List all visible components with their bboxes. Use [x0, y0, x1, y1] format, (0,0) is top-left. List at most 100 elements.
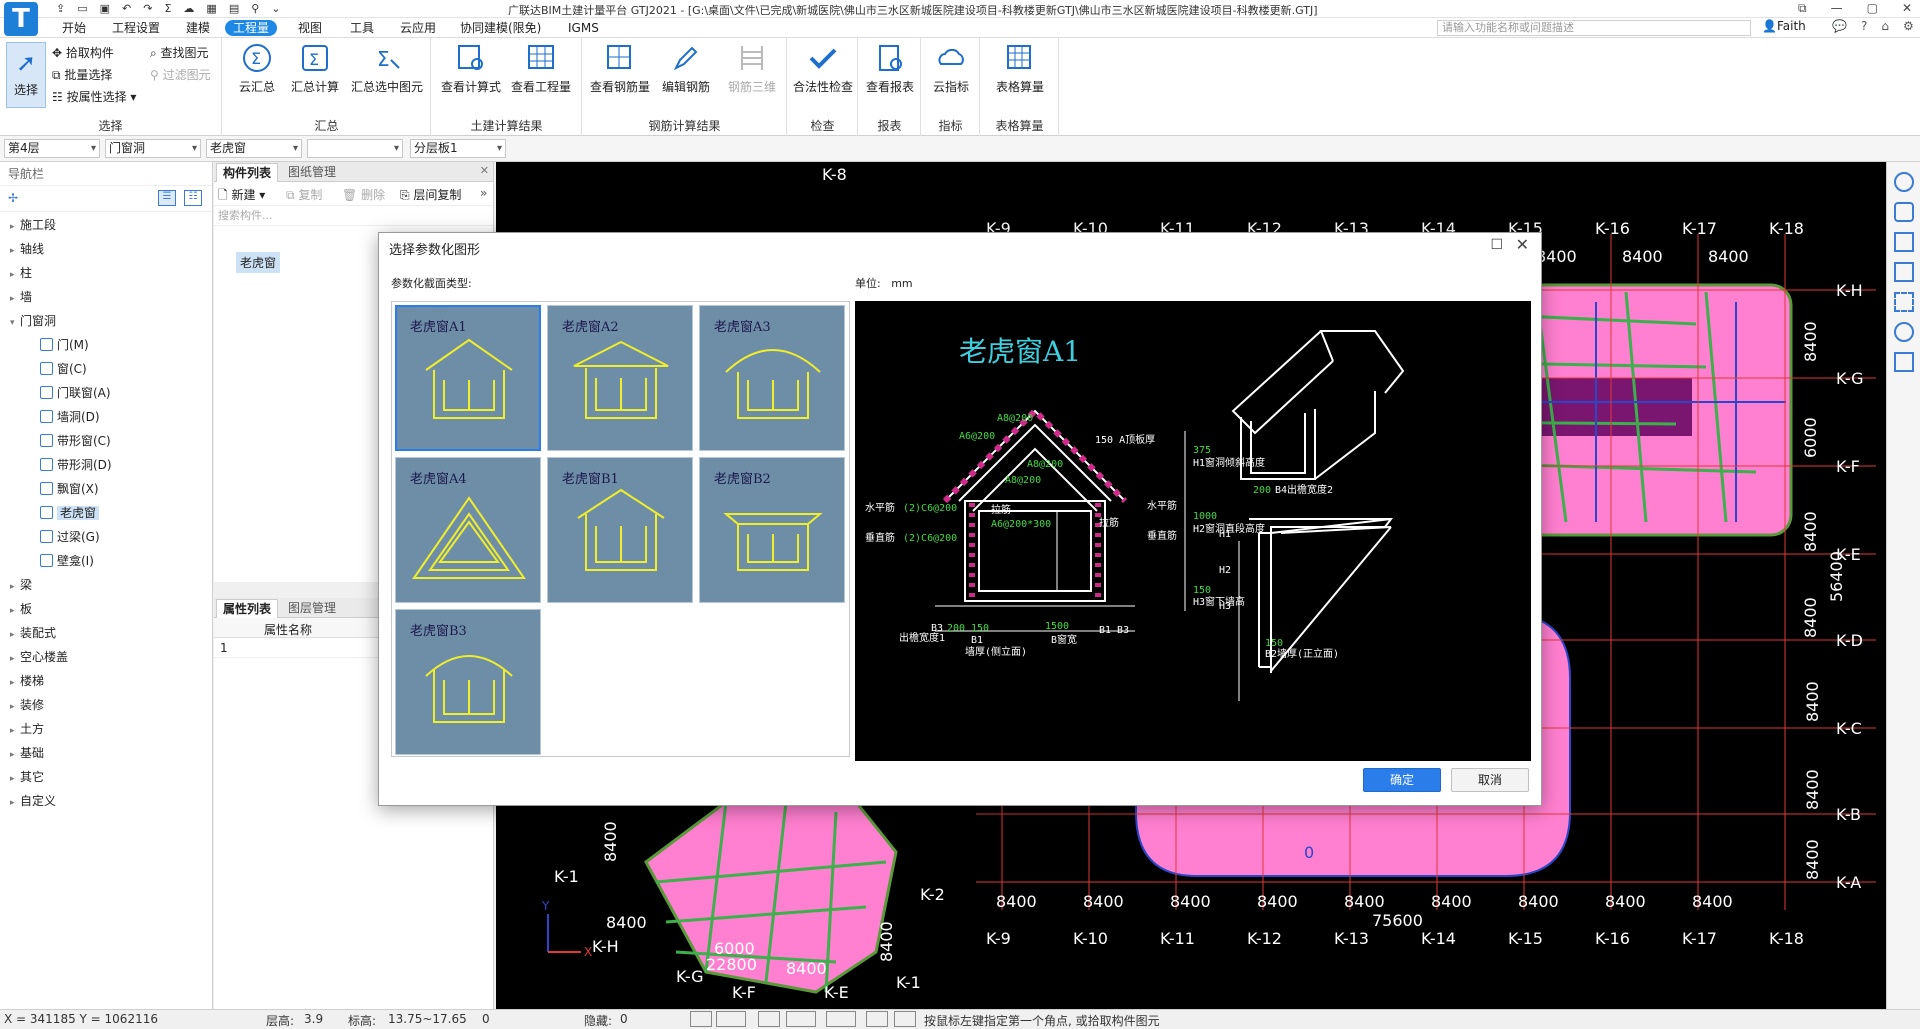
shape-option[interactable]: 老虎窗B3 [395, 609, 541, 755]
dynamic-input-icon[interactable] [894, 1011, 916, 1027]
shape-option[interactable]: 老虎窗A4 [395, 457, 541, 603]
chevron-right-icon[interactable]: ▸ [10, 264, 20, 286]
tab-layer-manage[interactable]: 图层管理 [282, 599, 342, 618]
sidebar-item[interactable]: ▸ 轴线 [10, 238, 44, 260]
filter-icon[interactable]: ⚲ [251, 2, 259, 16]
delete-button[interactable]: 🗑 删除 [342, 186, 385, 203]
chevron-right-icon[interactable]: ▸ [10, 672, 20, 694]
sidebar-item[interactable]: 壁龛(I) [40, 550, 94, 572]
chevron-right-icon[interactable]: ▸ [10, 768, 20, 790]
sidebar-item[interactable]: ▸ 其它 [10, 766, 44, 788]
more-icon[interactable]: » [480, 186, 487, 200]
menu-project-settings[interactable]: 工程设置 [104, 20, 168, 36]
edit-rebar-button[interactable]: 编辑钢筋 [655, 42, 717, 95]
menu-collab[interactable]: 协同建模(限免) [452, 20, 549, 36]
sidebar-item[interactable]: ▸ 柱 [10, 262, 32, 284]
sidebar-item[interactable]: ▸ 板 [10, 598, 32, 620]
chevron-right-icon[interactable]: ▸ [10, 696, 20, 718]
polar-icon[interactable] [786, 1011, 816, 1027]
cloud-icon[interactable]: ☁ [183, 2, 194, 16]
sidebar-item[interactable]: 过梁(G) [40, 526, 100, 548]
redo-icon[interactable]: ↷ [143, 2, 152, 16]
cube-icon[interactable] [1893, 262, 1914, 282]
close-icon[interactable]: ✕ [1516, 235, 1529, 254]
app-logo[interactable]: T [4, 2, 38, 36]
sidebar-item[interactable]: ▸ 自定义 [10, 790, 56, 812]
sidebar-item[interactable]: 飘窗(X) [40, 478, 99, 500]
tab-attribute-list[interactable]: 属性列表 [216, 599, 279, 618]
sidebar-item[interactable]: 墙洞(D) [40, 406, 100, 428]
sidebar-item[interactable]: ▸ 梁 [10, 574, 32, 596]
chevron-right-icon[interactable]: ▸ [10, 600, 20, 622]
snap-icon[interactable] [716, 1011, 746, 1027]
select-by-attr-button[interactable]: ☷ 按属性选择 ▾ [52, 88, 136, 105]
ortho-icon[interactable] [690, 1011, 712, 1027]
shape-option[interactable]: 老虎窗A3 [699, 305, 845, 451]
home-icon[interactable]: ⌂ [1881, 19, 1889, 33]
fit-view-icon[interactable] [1893, 292, 1914, 312]
chevron-right-icon[interactable]: ▸ [10, 648, 20, 670]
menu-start[interactable]: 开始 [54, 20, 94, 36]
sidebar-item[interactable]: ▸ 施工段 [10, 214, 56, 236]
sidebar-item[interactable]: ▸ 装配式 [10, 622, 56, 644]
chat-icon[interactable]: 💬 [1832, 19, 1847, 33]
sidebar-item[interactable]: 门联窗(A) [40, 382, 111, 404]
chevron-right-icon[interactable]: ▸ [10, 288, 20, 310]
subtype-select[interactable]: 老虎窗 [206, 139, 302, 158]
new-button[interactable]: 🗋 新建 ▾ [218, 186, 265, 207]
detail-view-icon[interactable]: ☷ [184, 190, 202, 206]
chevron-down-icon[interactable]: ▾ [10, 312, 20, 334]
component-item[interactable]: 老虎窗 [236, 252, 281, 273]
view-rebar-button[interactable]: 查看钢筋量 [589, 42, 651, 95]
batch-select-button[interactable]: ⧉ 批量选择 [52, 66, 112, 83]
function-search-input[interactable]: 请输入功能名称或问题描述 [1437, 20, 1751, 36]
category-select[interactable]: 门窗洞 [105, 139, 201, 158]
sidebar-item[interactable]: 带形窗(C) [40, 430, 111, 452]
view-report-button[interactable]: 查看报表 [861, 42, 919, 95]
tab-drawing-manage[interactable]: 图纸管理 [282, 163, 342, 182]
sidebar-item[interactable]: ▸ 墙 [10, 286, 32, 308]
pick-component-button[interactable]: ✥ 拾取构件 [52, 44, 114, 61]
chevron-right-icon[interactable]: ▸ [10, 624, 20, 646]
filter-element-button[interactable]: ⚲ 过滤图元 [150, 66, 211, 83]
menu-cloud[interactable]: 云应用 [392, 20, 444, 36]
shape-option[interactable]: 老虎窗A2 [547, 305, 693, 451]
floor-select[interactable]: 第4层 [4, 139, 100, 158]
chevron-right-icon[interactable]: ▸ [10, 744, 20, 766]
shape-option[interactable]: 老虎窗A1 [395, 305, 541, 451]
menu-igms[interactable]: IGMS [560, 20, 607, 36]
sidebar-item[interactable]: 带形洞(D) [40, 454, 112, 476]
gear-icon[interactable]: ⚙ [1903, 19, 1914, 33]
tab-component-list[interactable]: 构件列表 [216, 163, 279, 182]
orbit-icon[interactable] [1893, 172, 1914, 192]
minimize-icon[interactable]: — [1831, 1, 1843, 16]
cloud-summary-button[interactable]: Σ 云汇总 [237, 42, 277, 95]
save-icon[interactable]: ▣ [100, 2, 110, 16]
sidebar-item[interactable]: 窗(C) [40, 358, 87, 380]
component-search-input[interactable]: 搜索构件... [214, 206, 493, 226]
notes-icon[interactable] [1893, 352, 1914, 372]
floor-copy-button[interactable]: ⎘ 层间复制 [400, 186, 461, 203]
maximize-icon[interactable]: ☐ [1490, 237, 1503, 253]
sidebar-item[interactable]: ▸ 空心楼盖 [10, 646, 68, 668]
list-view-icon[interactable]: ☰ [158, 190, 176, 206]
sidebar-item[interactable]: 老虎窗 [40, 502, 100, 524]
layer-select[interactable]: 分层板1 [410, 139, 506, 158]
open-icon[interactable]: ▭ [77, 2, 87, 16]
copy-button[interactable]: ⧉ 复制 [286, 186, 322, 203]
chart-icon[interactable]: ▤ [229, 2, 239, 16]
3d-view-icon[interactable] [1893, 232, 1914, 252]
customize-icon[interactable]: ⌄ [271, 2, 280, 16]
legality-check-button[interactable]: 合法性检查 [790, 42, 856, 95]
shape-option[interactable]: 老虎窗B2 [699, 457, 845, 603]
component-select[interactable] [307, 139, 403, 158]
section-icon[interactable] [1893, 322, 1914, 342]
sidebar-item[interactable]: ▸ 装修 [10, 694, 44, 716]
summary-calc-button[interactable]: Σ 汇总计算 [287, 42, 343, 95]
close-icon[interactable]: ✕ [1902, 1, 1912, 16]
sum-icon[interactable]: Σ [164, 2, 171, 16]
chevron-right-icon[interactable]: ▸ [10, 576, 20, 598]
menu-quantity[interactable]: 工程量 [225, 20, 278, 36]
upload-icon[interactable]: ⇪ [56, 2, 65, 16]
grid-icon[interactable]: ▦ [206, 2, 216, 16]
